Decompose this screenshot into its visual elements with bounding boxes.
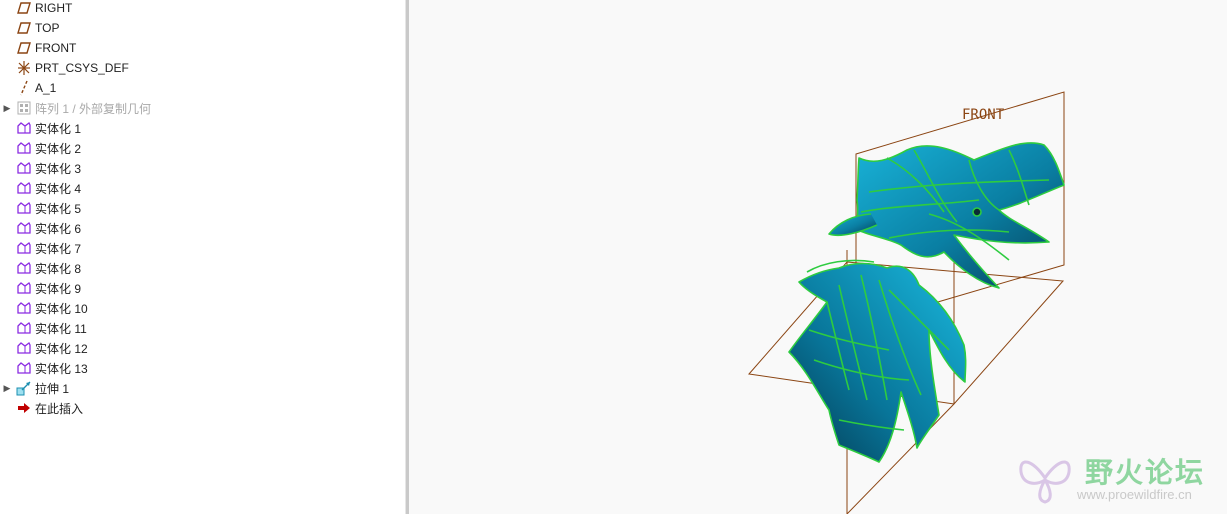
solidify-icon: [16, 220, 32, 236]
tree-item[interactable]: TOP: [0, 18, 405, 38]
solidify-icon: [16, 200, 32, 216]
tree-item[interactable]: 实体化 1: [0, 118, 405, 138]
solidify-icon: [16, 160, 32, 176]
tree-item-label: 实体化 6: [35, 221, 82, 236]
insert-here-arrow-icon: [16, 400, 32, 416]
tree-item-label: 在此插入: [35, 401, 84, 416]
solidify-icon: [16, 300, 32, 316]
tree-item[interactable]: 实体化 4: [0, 178, 405, 198]
tree-item[interactable]: 实体化 6: [0, 218, 405, 238]
tree-item-label: 拉伸 1: [35, 381, 70, 396]
tree-item-label: TOP: [35, 21, 60, 35]
tree-item-label: PRT_CSYS_DEF: [35, 61, 129, 75]
expand-arrow-icon[interactable]: ▶: [0, 103, 14, 114]
pattern-icon: [16, 100, 32, 116]
tree-item-label: 阵列 1 / 外部复制几何: [35, 101, 152, 116]
tree-item[interactable]: 实体化 12: [0, 338, 405, 358]
datum-plane-icon: [16, 40, 32, 56]
solidify-icon: [16, 180, 32, 196]
tree-item[interactable]: 实体化 5: [0, 198, 405, 218]
lower-blade-cluster[interactable]: [788, 259, 967, 463]
tree-item-label: 实体化 8: [35, 261, 82, 276]
solidify-icon: [16, 120, 32, 136]
tree-item-label: 实体化 9: [35, 281, 82, 296]
solidify-icon: [16, 140, 32, 156]
tree-item[interactable]: 实体化 13: [0, 358, 405, 378]
tree-item-label: 实体化 11: [35, 321, 87, 336]
solidify-icon: [16, 240, 32, 256]
model-view: FRONT: [748, 91, 1065, 514]
tree-item-label: 实体化 5: [35, 201, 82, 216]
tree-item[interactable]: 在此插入: [0, 398, 405, 418]
butterfly-logo-icon: [1019, 460, 1071, 504]
expand-arrow-icon[interactable]: ▶: [0, 383, 14, 394]
tree-item-label: 实体化 7: [35, 241, 82, 256]
watermark-url: www.proewildfire.cn: [1077, 487, 1192, 502]
tree-item-label: A_1: [35, 81, 57, 95]
tree-item[interactable]: ▶ 拉伸 1: [0, 378, 405, 398]
tree-item-label: 实体化 4: [35, 181, 82, 196]
tree-item[interactable]: A_1: [0, 78, 405, 98]
tree-item-label: FRONT: [35, 41, 77, 55]
front-datum-label: FRONT: [962, 107, 1005, 123]
graphics-viewport[interactable]: FRONT 野火论坛 www.proewildfire.cn: [409, 0, 1227, 514]
tree-item[interactable]: 实体化 2: [0, 138, 405, 158]
tree-item[interactable]: 实体化 11: [0, 318, 405, 338]
tree-item[interactable]: 实体化 8: [0, 258, 405, 278]
tree-item-label: RIGHT: [35, 1, 73, 15]
solidify-icon: [16, 280, 32, 296]
solidify-icon: [16, 320, 32, 336]
tree-item-label: 实体化 2: [35, 141, 82, 156]
solidify-icon: [16, 340, 32, 356]
tree-item[interactable]: RIGHT: [0, 0, 405, 18]
tree-item[interactable]: PRT_CSYS_DEF: [0, 58, 405, 78]
solidify-icon: [16, 360, 32, 376]
tree-item-label: 实体化 3: [35, 161, 82, 176]
tree-item-label: 实体化 13: [35, 361, 88, 376]
extrude-icon: [16, 380, 32, 396]
tree-item[interactable]: 实体化 10: [0, 298, 405, 318]
tree-item-label: 实体化 12: [35, 341, 88, 356]
datum-plane-icon: [16, 0, 32, 16]
datum-plane-icon: [16, 20, 32, 36]
coordinate-system-icon: [16, 60, 32, 76]
tree-item[interactable]: 实体化 3: [0, 158, 405, 178]
tree-item[interactable]: ▶ 阵列 1 / 外部复制几何: [0, 98, 405, 118]
watermark-title: 野火论坛: [1085, 457, 1206, 488]
tree-item[interactable]: FRONT: [0, 38, 405, 58]
datum-axis-icon: [16, 80, 32, 96]
tree-item[interactable]: 实体化 7: [0, 238, 405, 258]
tree-item-label: 实体化 10: [35, 301, 88, 316]
tree-item-label: 实体化 1: [35, 121, 82, 136]
model-tree: RIGHT TOP FRONT PRT_CSYS_DEF A_1 ▶ 阵列 1 / 外部复制…: [0, 0, 405, 514]
solidify-icon: [16, 260, 32, 276]
tree-item[interactable]: 实体化 9: [0, 278, 405, 298]
